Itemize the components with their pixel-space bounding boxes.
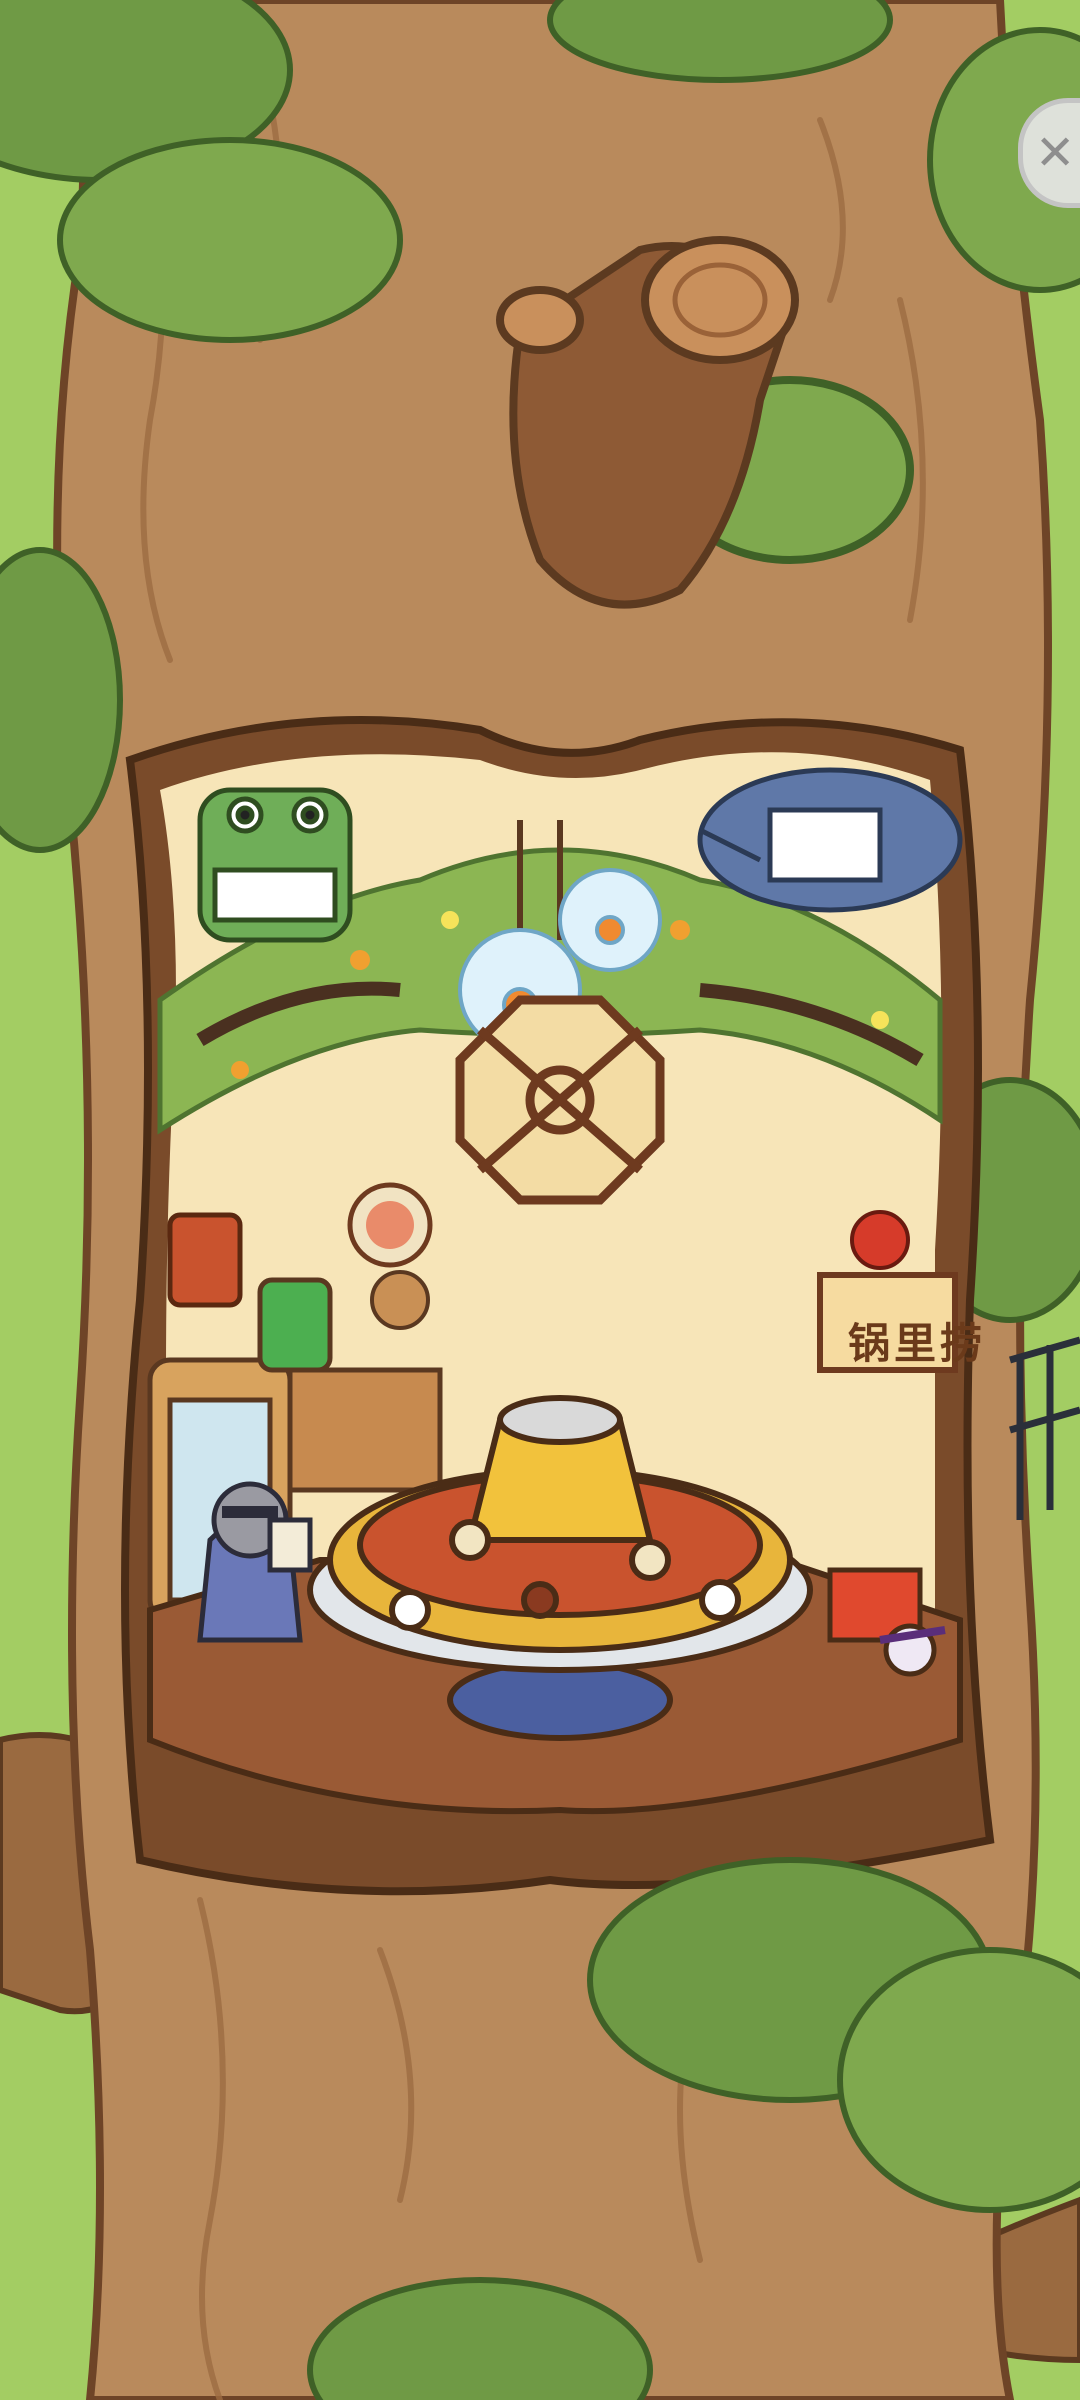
- crocodile-head-decoration: [197, 787, 353, 943]
- game-scene: [0, 0, 1080, 2400]
- close-icon: ✕: [1035, 125, 1076, 181]
- whale-decoration: [697, 767, 963, 913]
- octagon-window: [455, 995, 665, 1205]
- shop-sign-text: 锅里捞: [848, 1319, 987, 1368]
